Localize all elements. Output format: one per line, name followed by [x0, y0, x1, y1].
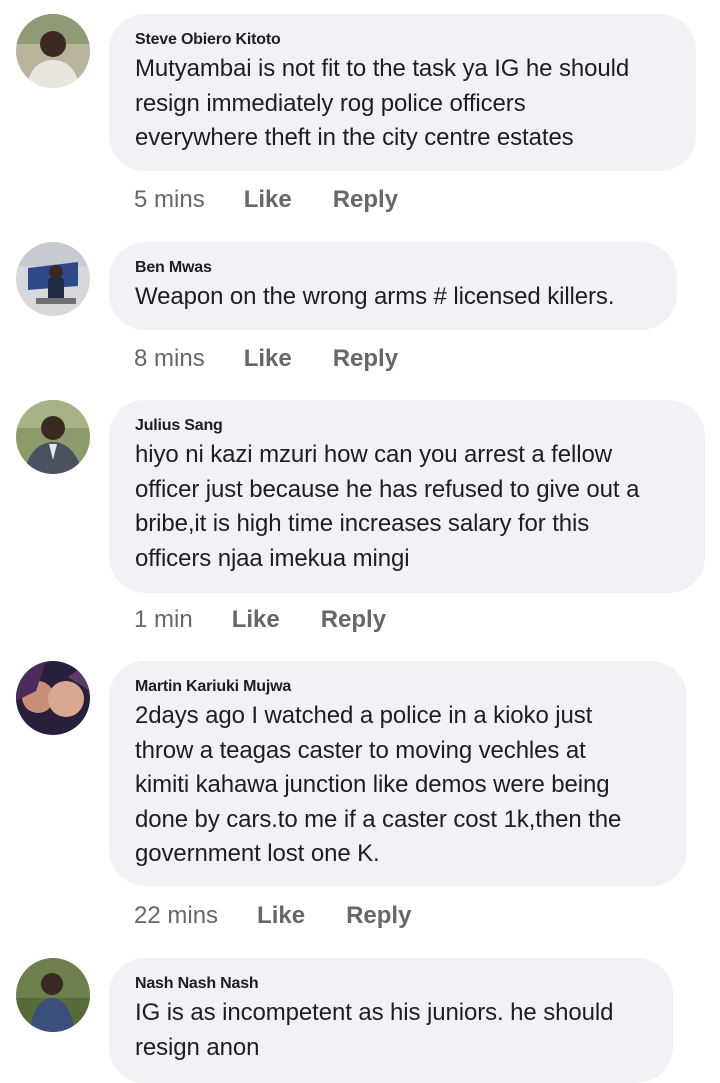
user-avatar-photo-icon	[16, 958, 90, 1032]
comment-timestamp: 8 mins	[134, 345, 205, 372]
comment-text: IG is as incompetent as his juniors. he …	[135, 999, 614, 1061]
comment-bubble: Nash Nash Nash IG is as incompetent as h…	[109, 958, 673, 1083]
comment-timestamp: 22 mins	[134, 902, 219, 929]
user-avatar-photo-icon	[16, 14, 90, 88]
user-avatar-photo-icon	[16, 400, 90, 474]
comment-bubble: Martin Kariuki Mujwa 2days ago I watched…	[109, 661, 687, 886]
reply-button[interactable]: Reply	[321, 606, 386, 634]
avatar[interactable]	[16, 661, 90, 735]
comment-actions: 1 min Like Reply	[134, 603, 386, 637]
avatar[interactable]	[16, 958, 90, 1032]
avatar[interactable]	[16, 14, 90, 88]
reply-button[interactable]: Reply	[333, 345, 398, 373]
like-button[interactable]: Like	[244, 186, 292, 214]
comment-bubble: Steve Obiero Kitoto Mutyambai is not fit…	[109, 14, 696, 171]
comment-timestamp: 5 mins	[134, 186, 205, 213]
comment-actions: 8 mins Like Reply	[134, 342, 398, 376]
comment-text: 2days ago I watched a police in a kioko …	[135, 702, 622, 867]
like-button[interactable]: Like	[232, 606, 280, 634]
comment-bubble: Julius Sang hiyo ni kazi mzuri how can y…	[109, 400, 705, 593]
comment-actions: 5 mins Like Reply	[134, 183, 398, 217]
comment-author[interactable]: Steve Obiero Kitoto	[135, 30, 670, 50]
like-button[interactable]: Like	[257, 902, 305, 930]
comment-author[interactable]: Julius Sang	[135, 416, 679, 436]
comment-text: Weapon on the wrong arms # licensed kill…	[135, 283, 615, 310]
comment-timestamp: 1 min	[134, 606, 193, 633]
comment-bubble: Ben Mwas Weapon on the wrong arms # lice…	[109, 242, 677, 330]
user-avatar-photo-icon	[16, 242, 90, 316]
comment-text: hiyo ni kazi mzuri how can you arrest a …	[135, 441, 640, 572]
avatar[interactable]	[16, 242, 90, 316]
comment-author[interactable]: Ben Mwas	[135, 258, 651, 278]
like-button[interactable]: Like	[244, 345, 292, 373]
comment-actions: 22 mins Like Reply	[134, 899, 411, 933]
comment-text: Mutyambai is not fit to the task ya IG h…	[135, 55, 630, 151]
reply-button[interactable]: Reply	[333, 186, 398, 214]
avatar[interactable]	[16, 400, 90, 474]
comment-author[interactable]: Nash Nash Nash	[135, 974, 647, 994]
comment-author[interactable]: Martin Kariuki Mujwa	[135, 677, 661, 697]
user-avatar-photo-icon	[16, 661, 90, 735]
reply-button[interactable]: Reply	[346, 902, 411, 930]
